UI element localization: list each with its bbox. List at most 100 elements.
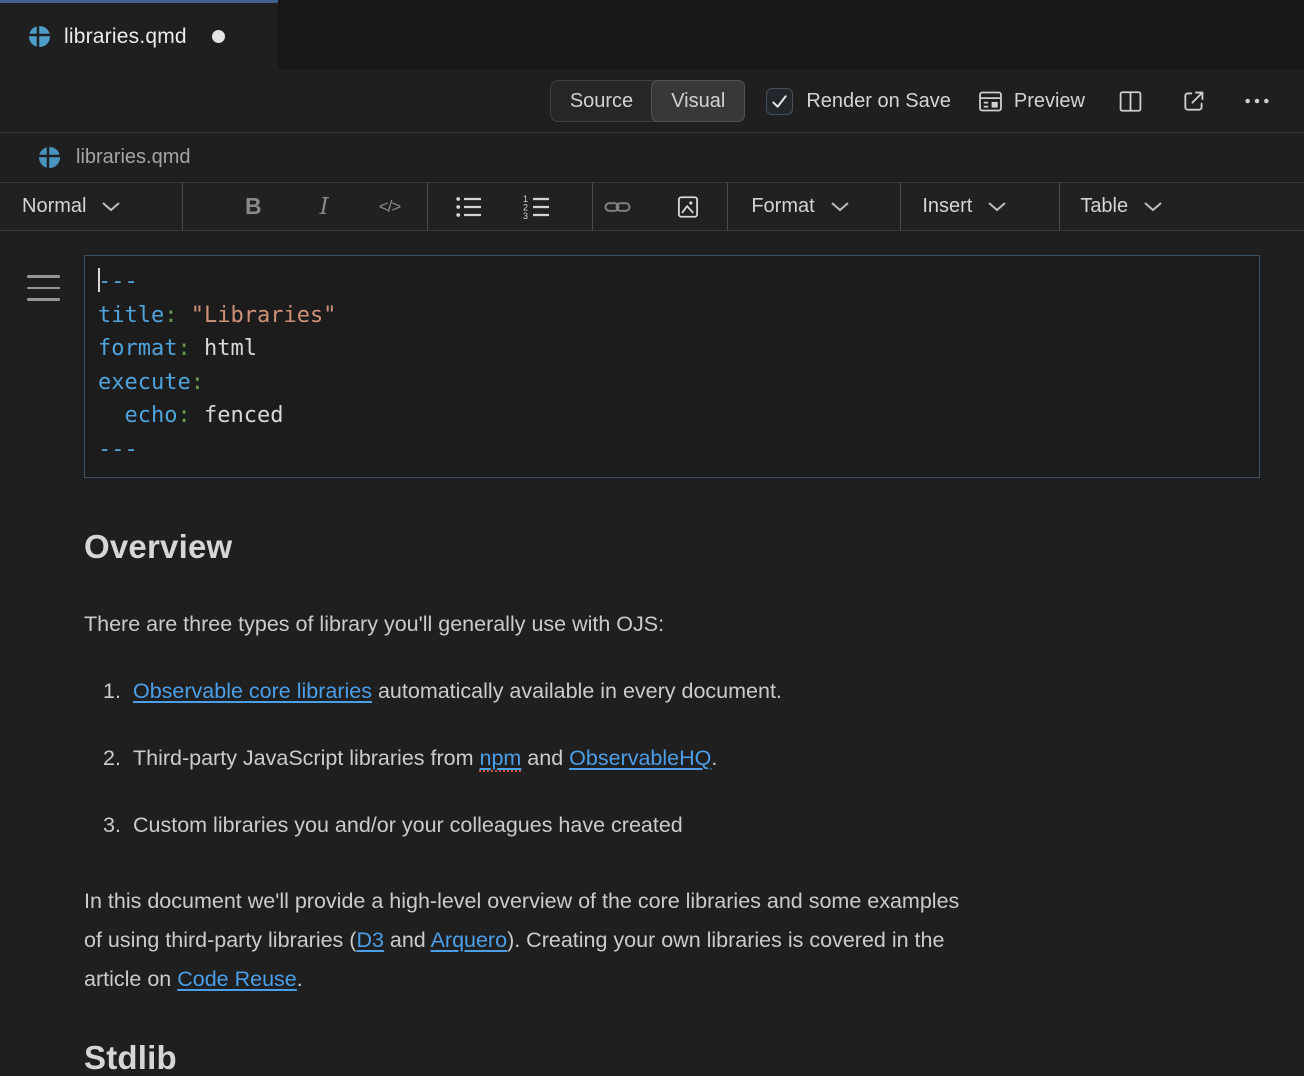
block-menu-icon[interactable] bbox=[27, 275, 60, 301]
doc-link[interactable]: D3 bbox=[356, 928, 383, 952]
breadcrumb: libraries.qmd bbox=[0, 132, 1304, 182]
link-button[interactable] bbox=[604, 195, 631, 219]
code-line: --- bbox=[98, 265, 1243, 299]
format-toolbar: Normal B I </> 1 2 3 Form bbox=[0, 182, 1304, 231]
image-button[interactable] bbox=[675, 194, 701, 220]
paragraph-style-dropdown[interactable]: Normal bbox=[22, 195, 182, 218]
toolbar-separator bbox=[592, 183, 593, 230]
preview-icon bbox=[977, 88, 1004, 115]
intro-paragraph: There are three types of library you'll … bbox=[84, 611, 1244, 637]
bullet-list-button[interactable] bbox=[455, 194, 483, 220]
paragraph-line: of using third-party libraries (D3 and A… bbox=[84, 921, 1244, 960]
chevron-down-icon bbox=[101, 201, 121, 212]
toolbar-separator bbox=[727, 183, 728, 230]
paragraph-style-value: Normal bbox=[22, 195, 86, 218]
tab-libraries-qmd[interactable]: libraries.qmd bbox=[0, 0, 278, 70]
code-token bbox=[177, 303, 190, 328]
text-run: and bbox=[384, 928, 431, 952]
toolbar-separator bbox=[900, 183, 901, 230]
image-icon bbox=[675, 194, 701, 220]
code-token: execute bbox=[98, 370, 191, 395]
code-token: : bbox=[164, 303, 177, 328]
text-run: and bbox=[521, 746, 569, 770]
toolbar-separator bbox=[427, 183, 428, 230]
closing-paragraph: In this document we'll provide a high-le… bbox=[84, 882, 1244, 999]
list-item: 2.Third-party JavaScript libraries from … bbox=[84, 745, 1244, 771]
list-number: 3. bbox=[103, 812, 121, 838]
code-line: echo: fenced bbox=[98, 399, 1243, 433]
code-token: fenced bbox=[191, 403, 284, 428]
yaml-front-matter-block[interactable]: ---title: "Libraries"format: htmlexecute… bbox=[84, 255, 1260, 478]
ordered-list: 1. Observable core libraries automaticall… bbox=[84, 678, 1244, 838]
toolbar-separator bbox=[182, 183, 183, 230]
code-token: --- bbox=[98, 269, 138, 294]
tab-title: libraries.qmd bbox=[64, 25, 187, 49]
preview-label: Preview bbox=[1014, 90, 1085, 113]
list-number: 2. bbox=[103, 745, 121, 771]
code-token bbox=[98, 403, 125, 428]
chevron-down-icon bbox=[987, 201, 1007, 212]
table-menu-label: Table bbox=[1080, 195, 1128, 218]
paragraph-line: In this document we'll provide a high-le… bbox=[84, 882, 1244, 921]
quarto-file-icon bbox=[28, 25, 51, 48]
code-token: : bbox=[177, 336, 190, 361]
split-editor-button[interactable] bbox=[1117, 88, 1144, 115]
visual-mode-button[interactable]: Visual bbox=[651, 80, 745, 122]
code-button[interactable]: </> bbox=[379, 197, 401, 217]
code-line: execute: bbox=[98, 366, 1243, 400]
doc-link[interactable]: npm bbox=[479, 746, 521, 772]
doc-link[interactable]: Arquero bbox=[431, 928, 508, 952]
unsaved-changes-dot[interactable] bbox=[212, 30, 225, 43]
doc-link[interactable]: Observable core libraries bbox=[133, 679, 372, 703]
split-editor-icon bbox=[1117, 88, 1144, 115]
insert-menu-label: Insert bbox=[922, 195, 972, 218]
tab-bar: libraries.qmd bbox=[0, 0, 1304, 70]
code-line: format: html bbox=[98, 332, 1243, 366]
svg-text:3: 3 bbox=[523, 211, 528, 220]
list-number: 1. bbox=[103, 678, 121, 704]
visual-mode-label: Visual bbox=[671, 90, 725, 113]
source-visual-toggle: Source Visual bbox=[550, 80, 746, 122]
more-actions-button[interactable] bbox=[1243, 87, 1271, 115]
code-line: title: "Libraries" bbox=[98, 299, 1243, 333]
link-icon bbox=[604, 195, 631, 219]
text-run: ). Creating your own libraries is covere… bbox=[507, 928, 944, 952]
section-heading-overview: Overview bbox=[84, 528, 1244, 566]
format-menu[interactable]: Format bbox=[751, 195, 877, 218]
toolbar-separator bbox=[1059, 183, 1060, 230]
visual-editor-surface[interactable]: ---title: "Libraries"format: htmlexecute… bbox=[0, 231, 1304, 1046]
italic-button[interactable]: I bbox=[320, 194, 329, 220]
bold-button[interactable]: B bbox=[245, 193, 262, 220]
insert-menu[interactable]: Insert bbox=[922, 195, 1034, 218]
breadcrumb-file-name[interactable]: libraries.qmd bbox=[76, 146, 190, 169]
source-mode-label: Source bbox=[570, 90, 633, 113]
text-run: . bbox=[711, 746, 717, 770]
numbered-list-icon: 1 2 3 bbox=[523, 194, 551, 220]
format-menu-label: Format bbox=[751, 195, 814, 218]
bullet-list-icon bbox=[455, 194, 483, 220]
chevron-down-icon bbox=[1143, 201, 1163, 212]
render-on-save-checkbox[interactable] bbox=[766, 88, 793, 115]
list-item: 1. Observable core libraries automaticall… bbox=[84, 678, 1244, 704]
text-run: Third-party JavaScript libraries from bbox=[133, 746, 479, 770]
list-item: 3.Custom libraries you and/or your colle… bbox=[84, 812, 1244, 838]
table-menu[interactable]: Table bbox=[1080, 195, 1163, 218]
text-run: of using third-party libraries ( bbox=[84, 928, 356, 952]
chevron-down-icon bbox=[830, 201, 850, 212]
doc-link[interactable]: Code Reuse bbox=[177, 967, 297, 991]
numbered-list-button[interactable]: 1 2 3 bbox=[523, 194, 551, 220]
code-token: : bbox=[177, 403, 190, 428]
text-run: article on bbox=[84, 967, 177, 991]
code-token: html bbox=[191, 336, 257, 361]
code-token: echo bbox=[125, 403, 178, 428]
paragraph-line: article on Code Reuse. bbox=[84, 960, 1244, 999]
code-token: title bbox=[98, 303, 164, 328]
text-run: In this document we'll provide a high-le… bbox=[84, 889, 959, 913]
open-external-icon bbox=[1181, 88, 1207, 114]
preview-button[interactable]: Preview bbox=[977, 88, 1085, 115]
source-mode-button[interactable]: Source bbox=[551, 81, 652, 121]
doc-link[interactable]: ObservableHQ bbox=[569, 746, 711, 770]
text-run: automatically available in every documen… bbox=[372, 679, 782, 703]
quarto-file-icon bbox=[38, 146, 61, 169]
open-external-button[interactable] bbox=[1181, 88, 1207, 114]
